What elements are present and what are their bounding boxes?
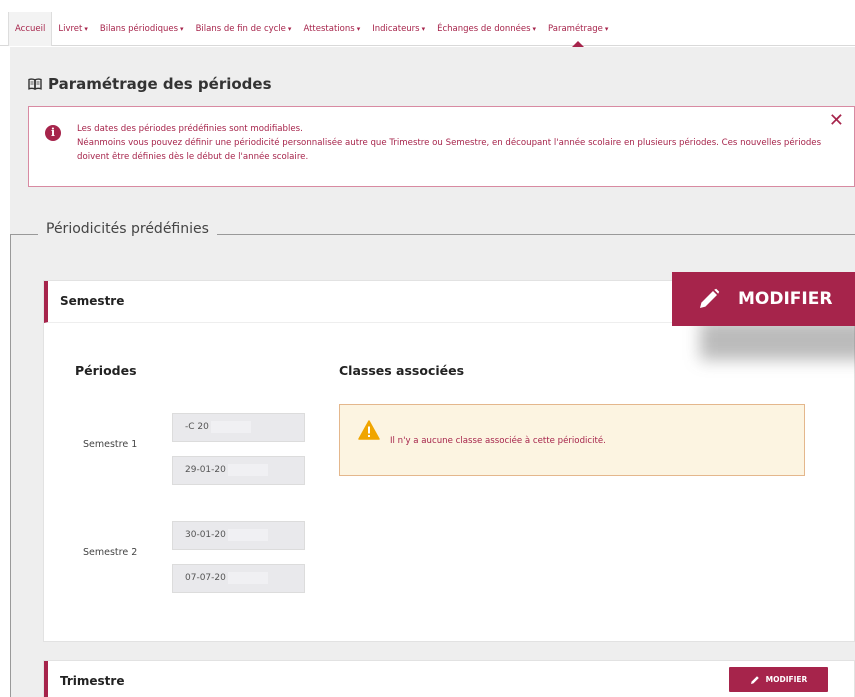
- nav-item-livret[interactable]: Livret ▾: [52, 12, 94, 46]
- blurred-region: [227, 571, 268, 584]
- info-icon: i: [45, 125, 61, 141]
- nav-item-accueil[interactable]: Accueil: [8, 11, 53, 46]
- caret-down-icon: ▾: [180, 24, 184, 33]
- nav-label: Accueil: [15, 23, 46, 34]
- top-nav: Accueil Livret ▾ Bilans périodiques ▾ Bila…: [0, 11, 855, 47]
- fieldset-legend: Périodicités prédéfinies: [38, 221, 217, 237]
- blurred-region: [210, 420, 251, 433]
- nav-item-parametrage[interactable]: Paramétrage ▾: [542, 12, 614, 47]
- date-value: 07-07-20: [185, 573, 226, 583]
- nav-item-indicateurs[interactable]: Indicateurs ▾: [366, 12, 431, 46]
- date-value: 30-01-20: [185, 530, 226, 540]
- alert-line-2: Néanmoins vous pouvez définir une périod…: [77, 138, 822, 162]
- period-label-semestre-1: Semestre 1: [83, 439, 138, 450]
- caret-down-icon: ▾: [604, 24, 609, 33]
- nav-label: Attestations: [303, 23, 355, 34]
- nav-label: Bilans de fin de cycle: [195, 23, 286, 34]
- warning-message: Il n'y a aucune classe associée à cette …: [390, 436, 606, 446]
- panel-title-trimestre: Trimestre: [60, 674, 125, 688]
- page-title: Paramétrage des périodes: [28, 75, 272, 93]
- active-pointer: [572, 40, 585, 47]
- period-label-semestre-2: Semestre 2: [83, 547, 138, 558]
- nav-label: Livret: [58, 23, 83, 34]
- blurred-region: [227, 528, 268, 541]
- nav-item-bilans-fin-cycle[interactable]: Bilans de fin de cycle ▾: [190, 12, 298, 46]
- nav-item-bilans-periodiques[interactable]: Bilans périodiques ▾: [94, 12, 190, 46]
- book-icon: [28, 78, 42, 90]
- periods-heading: Périodes: [75, 363, 137, 378]
- zoom-callout-shadow: [700, 320, 855, 360]
- caret-down-icon: ▾: [84, 24, 88, 33]
- classes-heading: Classes associées: [339, 363, 465, 378]
- trimestre-modify-button[interactable]: MODIFIER: [729, 667, 828, 692]
- panel-title-semestre: Semestre: [60, 294, 125, 308]
- pencil-icon: [750, 675, 759, 684]
- button-label: MODIFIER: [765, 675, 808, 684]
- nav-item-echanges-donnees[interactable]: Échanges de données ▾: [431, 12, 542, 46]
- pencil-icon: [700, 288, 720, 308]
- semestre-1-end-date-field[interactable]: 29-01-20: [172, 456, 305, 485]
- caret-down-icon: ▾: [421, 24, 426, 33]
- caret-down-icon: ▾: [532, 24, 537, 33]
- nav-label: Bilans périodiques: [99, 23, 179, 34]
- nav-label: Échanges de données: [437, 23, 531, 34]
- page-title-text: Paramétrage des périodes: [48, 75, 272, 93]
- main-content: Paramétrage des périodes i Les dates des…: [10, 47, 855, 697]
- alert-line-1: Les dates des périodes prédéfinies sont …: [77, 124, 303, 134]
- close-icon[interactable]: ✕: [829, 112, 844, 130]
- date-value: 29-01-20: [185, 465, 226, 475]
- semestre-2-end-date-field[interactable]: 07-07-20: [172, 564, 305, 593]
- button-label: MODIFIER: [738, 289, 833, 309]
- semestre-modify-button-zoomed[interactable]: MODIFIER: [672, 272, 855, 326]
- nav-item-attestations[interactable]: Attestations ▾: [297, 12, 366, 46]
- semestre-2-start-date-field[interactable]: 30-01-20: [172, 521, 305, 550]
- alert-message: Les dates des périodes prédéfinies sont …: [77, 122, 837, 164]
- date-value: -C 20: [185, 422, 209, 432]
- blurred-region: [227, 463, 268, 476]
- nav-label: Indicateurs: [372, 23, 420, 34]
- warning-icon: [358, 420, 380, 440]
- caret-down-icon: ▾: [287, 24, 292, 33]
- semestre-1-start-date-field[interactable]: -C 20: [172, 413, 305, 442]
- no-class-warning: Il n'y a aucune classe associée à cette …: [339, 404, 805, 476]
- info-alert: i Les dates des périodes prédéfinies son…: [28, 106, 855, 187]
- caret-down-icon: ▾: [356, 24, 361, 33]
- nav-label: Paramétrage: [548, 23, 603, 34]
